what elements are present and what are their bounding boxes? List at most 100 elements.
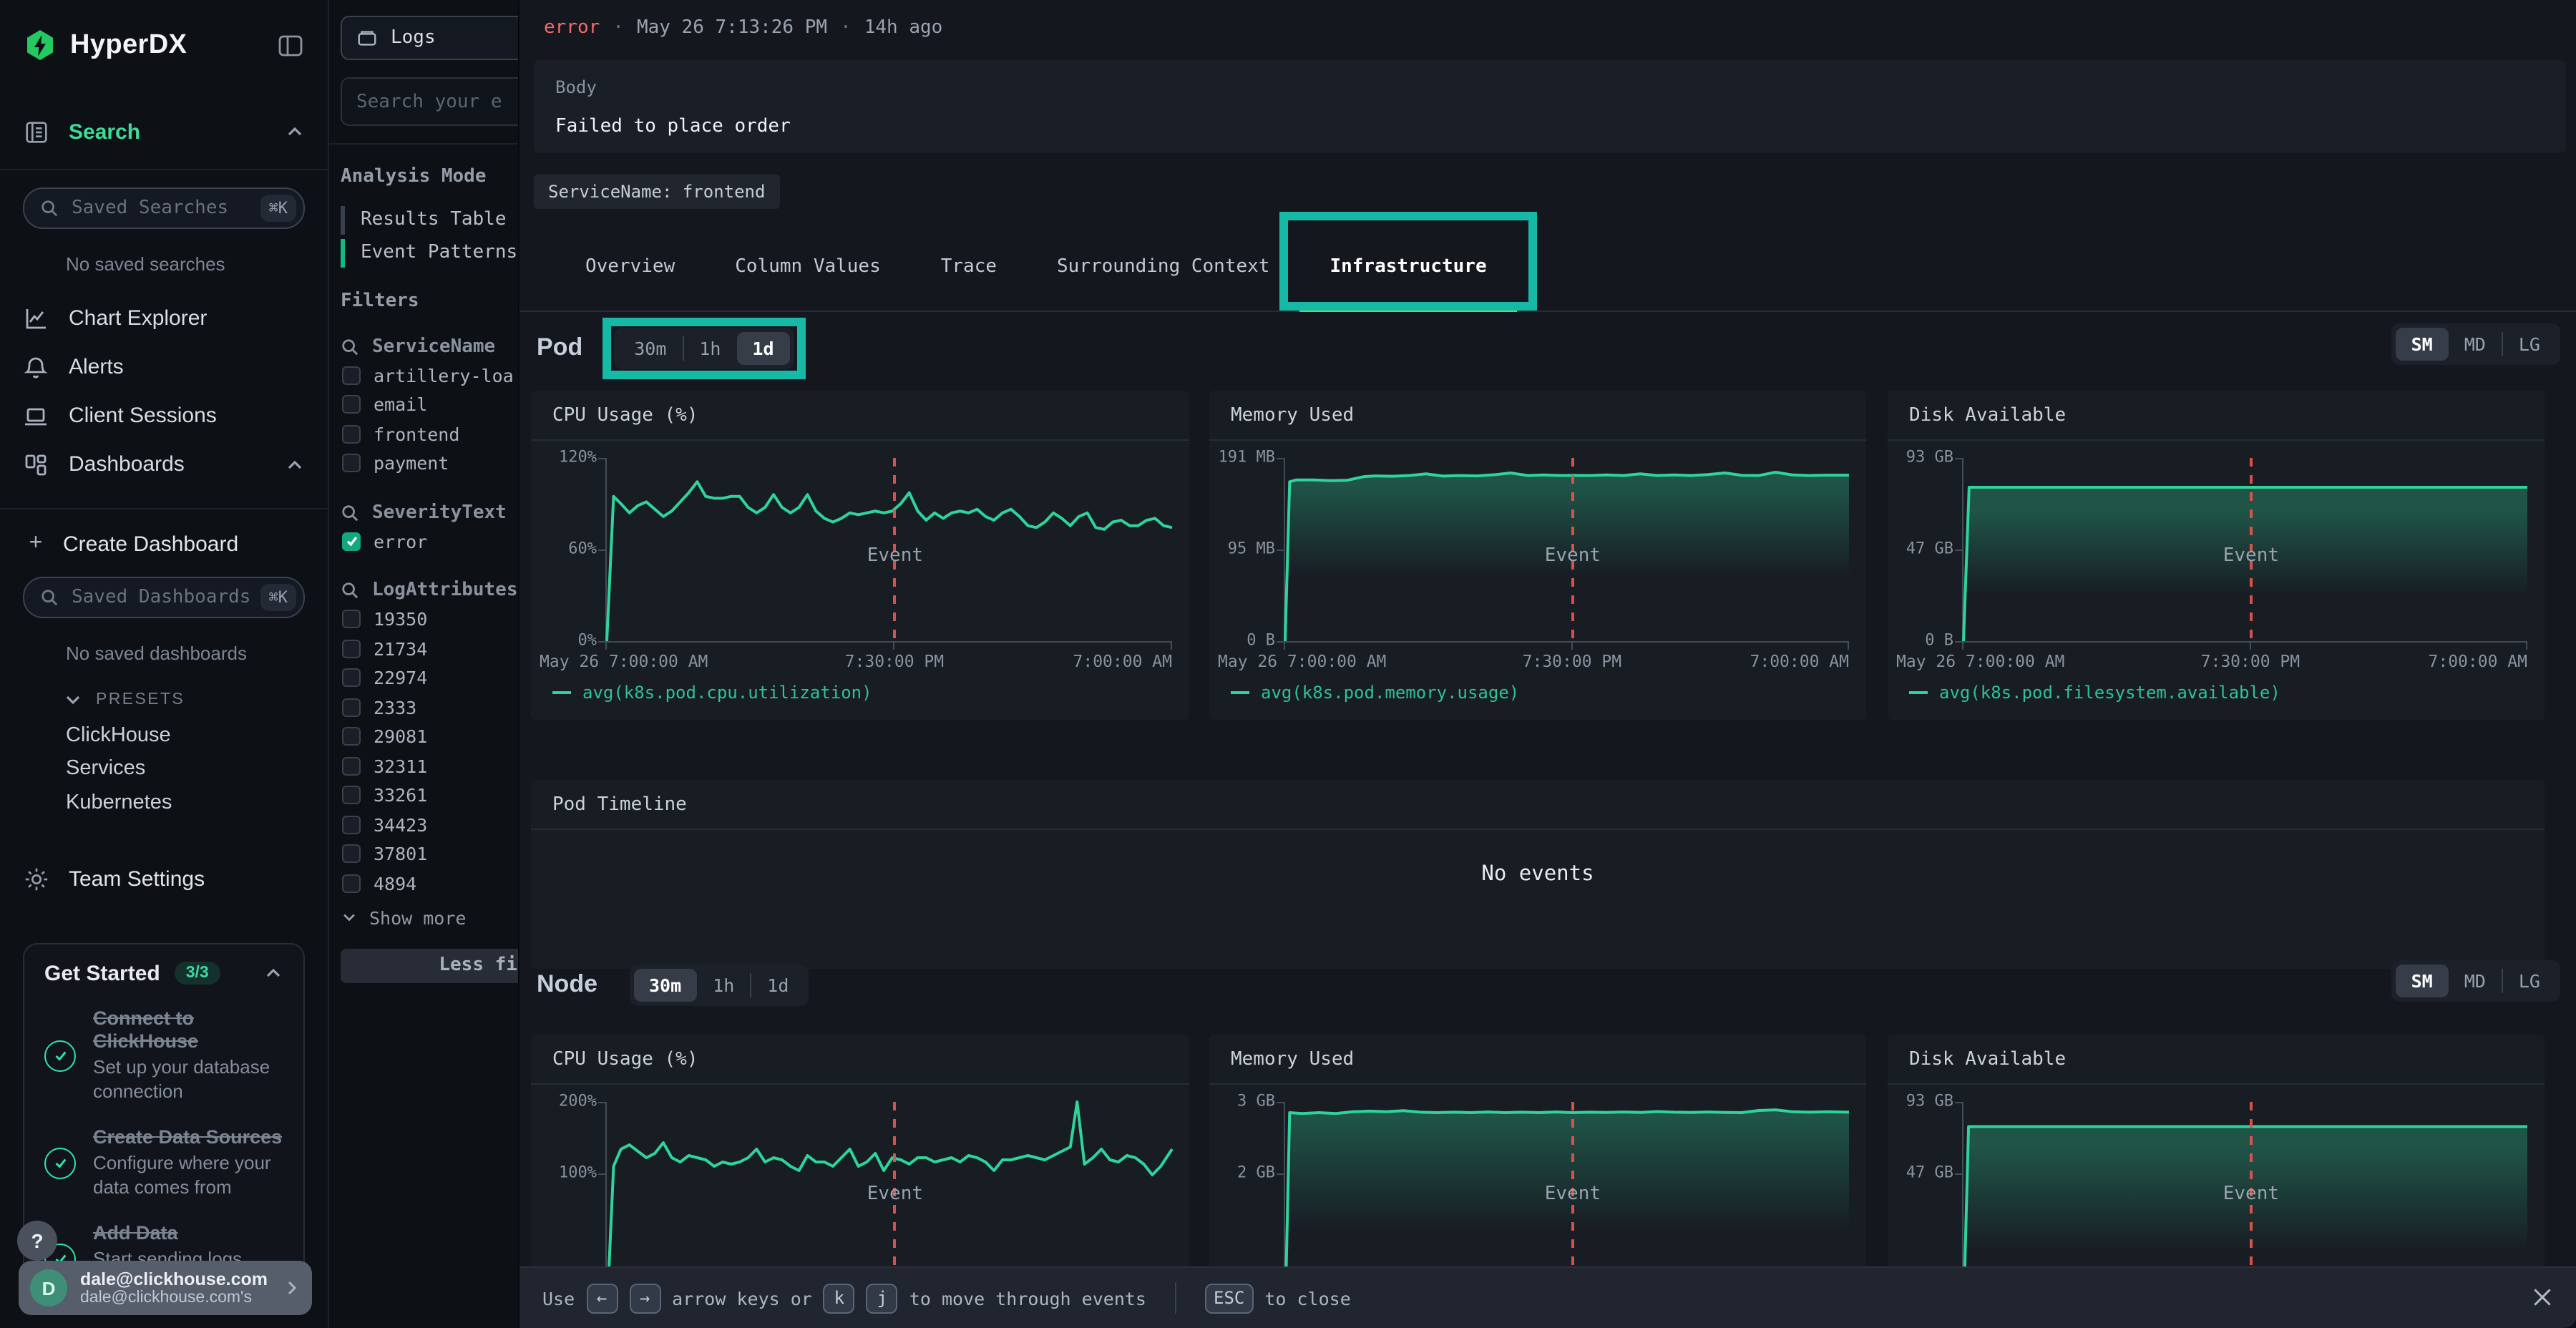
- y-axis-tick: [1955, 641, 1962, 643]
- checkbox-icon[interactable]: [342, 874, 361, 893]
- service-name-tag[interactable]: ServiceName: frontend: [534, 175, 779, 209]
- get-started-header[interactable]: Get Started 3/3: [44, 961, 283, 985]
- x-axis-label: 7:30:00 PM: [845, 651, 945, 671]
- checkbox-icon[interactable]: [342, 454, 361, 473]
- saved-dashboards-input[interactable]: Saved Dashboards ⌘K: [23, 577, 305, 618]
- pod-size-option-lg[interactable]: LG: [2503, 328, 2556, 361]
- source-selector-label: Logs: [391, 27, 436, 49]
- tab-column-values[interactable]: Column Values: [705, 222, 911, 311]
- team-settings-button[interactable]: Team Settings: [23, 862, 305, 897]
- create-dashboard-button[interactable]: + Create Dashboard: [23, 528, 305, 560]
- pod-size-option-md[interactable]: MD: [2449, 328, 2502, 361]
- pod-size-option-sm[interactable]: SM: [2396, 328, 2449, 361]
- preset-kubernetes[interactable]: Kubernetes: [66, 786, 305, 819]
- x-axis-label: 7:00:00 AM: [1750, 651, 1850, 671]
- esc-key[interactable]: ESC: [1205, 1283, 1253, 1313]
- search-icon[interactable]: [341, 337, 359, 356]
- preset-services[interactable]: Services: [66, 752, 305, 786]
- search-icon[interactable]: [341, 503, 359, 522]
- node-range-option-1h[interactable]: 1h: [697, 968, 750, 1001]
- arrow-left-key[interactable]: ←: [586, 1283, 618, 1313]
- node-range-option-1d[interactable]: 1d: [751, 968, 804, 1001]
- sidebar-section-search[interactable]: Search: [23, 114, 305, 149]
- checkbox-icon[interactable]: [342, 366, 361, 385]
- sidebar: HyperDX Search Saved Searches ⌘K No save…: [0, 0, 329, 1328]
- search-icon: [40, 199, 59, 218]
- checkbox-icon[interactable]: [342, 816, 361, 834]
- checkbox-icon[interactable]: [342, 610, 361, 629]
- y-axis-label: 47 GB: [1896, 540, 1953, 558]
- checkbox-checked-icon[interactable]: [342, 532, 361, 551]
- arrow-right-key[interactable]: →: [629, 1283, 660, 1313]
- bell-icon: [23, 354, 49, 380]
- pod-size-toggle: SMMDLG: [2391, 323, 2560, 365]
- preset-clickhouse[interactable]: ClickHouse: [66, 718, 305, 752]
- filter-value-label: 2333: [374, 697, 416, 718]
- collapse-sidebar-icon[interactable]: [276, 31, 305, 60]
- y-axis-tick: [1955, 458, 1962, 459]
- node-range-option-30m[interactable]: 30m: [633, 968, 697, 1001]
- y-axis-label: 95 MB: [1218, 540, 1275, 558]
- pod-range-toggle: 30m1h1d: [614, 327, 794, 368]
- legend-label: avg(k8s.pod.filesystem.available): [1939, 683, 2280, 703]
- sidebar-item-chart-explorer[interactable]: Chart Explorer: [23, 295, 305, 342]
- node-size-option-sm[interactable]: SM: [2396, 965, 2449, 997]
- tab-infrastructure[interactable]: Infrastructure: [1299, 222, 1516, 311]
- filter-value-label: 33261: [374, 785, 427, 806]
- plus-icon: +: [23, 531, 49, 557]
- y-axis-label: 120%: [540, 449, 597, 467]
- node-size-option-md[interactable]: MD: [2449, 965, 2502, 997]
- tab-overview[interactable]: Overview: [555, 222, 705, 311]
- x-axis-label: May 26 7:00:00 AM: [1218, 651, 1386, 671]
- tab-label: Overview: [585, 255, 675, 277]
- k-key[interactable]: k: [824, 1283, 855, 1313]
- filter-value-label: payment: [374, 453, 449, 474]
- close-icon[interactable]: [2530, 1285, 2555, 1309]
- mode-label: Event Patterns: [361, 242, 517, 263]
- sidebar-item-alerts[interactable]: Alerts: [23, 343, 305, 391]
- saved-searches-input[interactable]: Saved Searches ⌘K: [23, 187, 305, 229]
- chart-title: CPU Usage (%): [531, 391, 1189, 441]
- detail-tabs: Overview Column ValuesTraceSurrounding Co…: [519, 222, 2576, 312]
- y-axis-tick: [1277, 550, 1284, 551]
- y-axis-label: 93 GB: [1896, 449, 1953, 467]
- checkbox-icon[interactable]: [342, 845, 361, 864]
- legend-line-icon: [552, 691, 571, 694]
- checkbox-icon[interactable]: [342, 786, 361, 805]
- pod-range-option-1h[interactable]: 1h: [683, 331, 736, 364]
- checkbox-icon[interactable]: [342, 396, 361, 414]
- presets-toggle[interactable]: PRESETS: [63, 690, 305, 710]
- get-started-item[interactable]: Create Data SourcesConfigure where your …: [44, 1126, 283, 1200]
- sidebar-item-client-sessions[interactable]: Client Sessions: [23, 392, 305, 439]
- filter-value-label: artillery-loa: [374, 365, 514, 386]
- checkbox-icon[interactable]: [342, 757, 361, 776]
- pod-timeline-title: Pod Timeline: [531, 780, 2545, 830]
- search-section-label: Search: [69, 119, 285, 144]
- j-key[interactable]: j: [867, 1283, 898, 1313]
- sidebar-item-dashboards[interactable]: Dashboards: [23, 441, 305, 488]
- pod-range-option-30m[interactable]: 30m: [618, 331, 682, 364]
- get-started-item-text: Create Data SourcesConfigure where your …: [93, 1126, 283, 1200]
- tab-surrounding-context[interactable]: Surrounding Context: [1027, 222, 1299, 311]
- chevron-down-icon: [341, 909, 358, 926]
- tab-trace[interactable]: Trace: [911, 222, 1027, 311]
- checkbox-icon[interactable]: [342, 728, 361, 746]
- chart-legend: avg(k8s.pod.filesystem.available): [1909, 683, 2280, 703]
- pod-range-option-1d[interactable]: 1d: [737, 331, 790, 364]
- checkbox-icon[interactable]: [342, 425, 361, 444]
- chart-title: Disk Available: [1888, 391, 2545, 441]
- user-subtitle: dale@clickhouse.com's: [80, 1289, 283, 1307]
- node-size-option-lg[interactable]: LG: [2503, 965, 2556, 997]
- help-button[interactable]: ?: [17, 1221, 57, 1261]
- logs-source-icon: [356, 27, 378, 49]
- checkbox-icon[interactable]: [342, 669, 361, 688]
- get-started-item[interactable]: Connect to ClickHouseSet up your databas…: [44, 1007, 283, 1105]
- y-axis-label: 3 GB: [1218, 1093, 1275, 1110]
- checkbox-icon[interactable]: [342, 640, 361, 658]
- event-timestamp: May 26 7:13:26 PM: [637, 17, 827, 39]
- search-icon[interactable]: [341, 581, 359, 600]
- chart-plot: Event: [1962, 458, 2527, 643]
- user-menu[interactable]: D dale@clickhouse.com dale@clickhouse.co…: [19, 1261, 312, 1315]
- pod-memory-chart-card: Memory UsedEvent191 MB95 MB0 BMay 26 7:0…: [1209, 391, 1866, 720]
- checkbox-icon[interactable]: [342, 698, 361, 717]
